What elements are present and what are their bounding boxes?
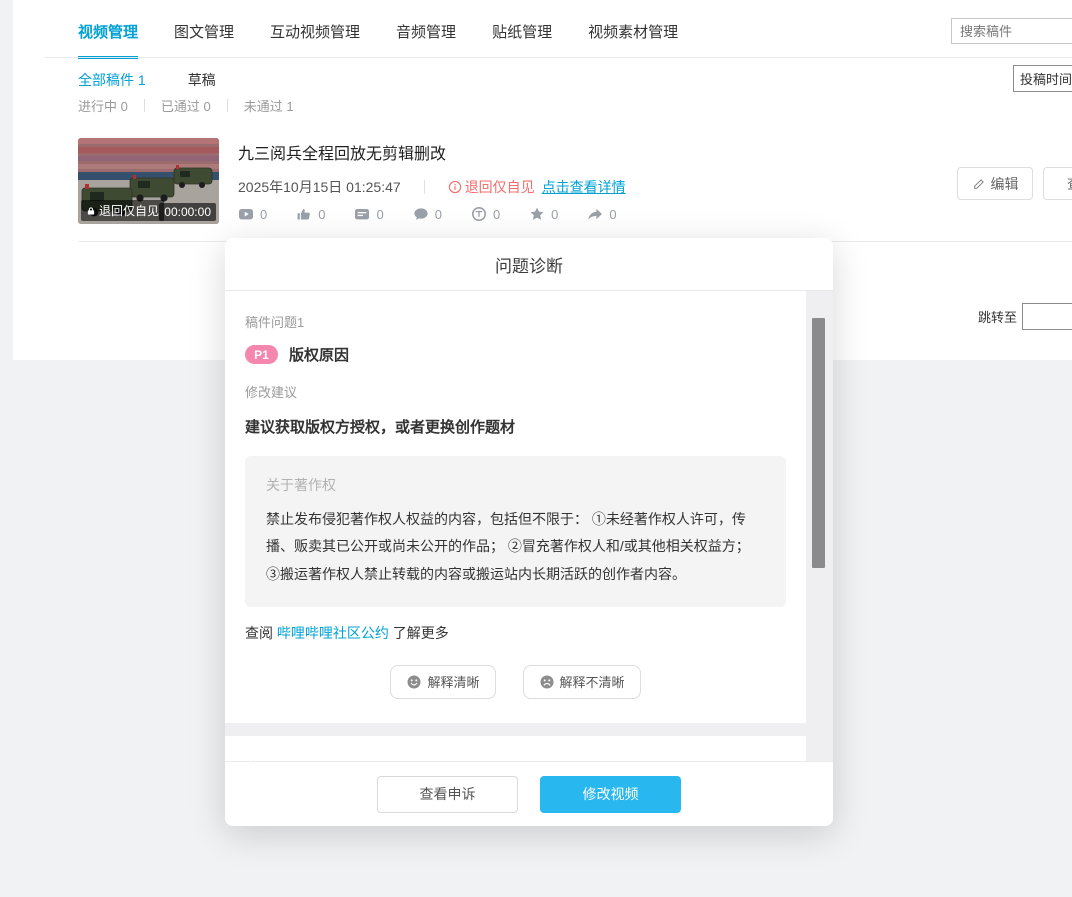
- meta-separator: [424, 180, 425, 194]
- problem-section-2: 稿件问题2 P2 版权原因 修改建议: [225, 736, 806, 761]
- sort-label: 投稿时间排序: [1020, 69, 1072, 88]
- star-icon: [529, 206, 545, 222]
- smile-face-icon: [406, 674, 422, 690]
- status-filter-row: 进行中 0 已通过 0 未通过 1: [78, 96, 294, 115]
- problem-diagnosis-modal: 问题诊断 稿件问题1 P1 版权原因 修改建议 建议获取版权方授权，或者更换创作…: [225, 238, 833, 826]
- jump-page-input[interactable]: [1022, 303, 1072, 330]
- tabs-divider: [45, 57, 1072, 58]
- stat-coins: 0: [471, 206, 500, 222]
- tab-article-manage[interactable]: 图文管理: [174, 14, 234, 59]
- view-appeal-button[interactable]: 查看申诉: [377, 776, 518, 813]
- suggestion-text: 建议获取版权方授权，或者更换创作题材: [245, 416, 786, 437]
- video-duration: 00:00:00: [159, 203, 216, 221]
- pencil-icon: [972, 177, 986, 191]
- play-icon: [238, 206, 254, 222]
- problem-section-1: 稿件问题1 P1 版权原因 修改建议 建议获取版权方授权，或者更换创作题材 关于…: [225, 291, 806, 723]
- stat-views: 0: [238, 206, 267, 222]
- info-box-body: 禁止发布侵犯著作权人权益的内容，包括但不限于： ①未经著作权人许可，传播、贩卖其…: [266, 506, 765, 588]
- community-convention-link[interactable]: 哔哩哔哩社区公约: [277, 625, 389, 641]
- share-icon: [587, 206, 603, 222]
- thumbnail-status-badge: 退回仅自见: [81, 200, 164, 221]
- tab-video-manage[interactable]: 视频管理: [78, 14, 138, 59]
- status-separator: [227, 99, 228, 112]
- video-date: 2025年10月15日 01:25:47: [238, 177, 401, 197]
- filter-all-label: 全部稿件: [78, 72, 134, 88]
- video-title[interactable]: 九三阅兵全程回放无剪辑删改: [238, 140, 446, 164]
- lock-icon: [86, 206, 96, 216]
- suggestion-label: 修改建议: [245, 382, 786, 401]
- top-tabs: 视频管理 图文管理 互动视频管理 音频管理 贴纸管理 视频素材管理: [78, 14, 678, 59]
- stat-comments: 0: [413, 206, 442, 222]
- view-button[interactable]: 查看: [1043, 167, 1072, 200]
- explanation-unclear-button[interactable]: 解释不清晰: [523, 665, 641, 699]
- tab-video-material-manage[interactable]: 视频素材管理: [588, 14, 678, 59]
- problem-reason: 版权原因: [289, 344, 349, 365]
- video-meta-row: 2025年10月15日 01:25:47 退回仅自见 点击查看详情: [238, 177, 626, 197]
- priority-badge: P1: [245, 345, 278, 364]
- filter-all-submissions[interactable]: 全部稿件 1: [78, 70, 146, 90]
- filter-all-count: 1: [138, 72, 146, 88]
- jump-label: 跳转至: [978, 307, 1017, 326]
- stat-favorites: 0: [529, 206, 558, 222]
- pagination-jump: 跳转至: [978, 303, 1072, 330]
- status-rejected[interactable]: 未通过 1: [244, 96, 294, 115]
- view-details-link[interactable]: 点击查看详情: [542, 177, 626, 197]
- sad-face-icon: [539, 674, 555, 690]
- modal-scroll-area: 稿件问题1 P1 版权原因 修改建议 建议获取版权方授权，或者更换创作题材 关于…: [225, 291, 833, 761]
- info-circle-icon: [448, 180, 462, 194]
- modal-scrollbar-thumb[interactable]: [812, 318, 825, 568]
- edit-button[interactable]: 编辑: [957, 167, 1033, 200]
- tab-audio-manage[interactable]: 音频管理: [396, 14, 456, 59]
- video-stats-row: 0 0 0 0 0 0 0: [238, 206, 617, 222]
- modal-footer: 查看申诉 修改视频: [225, 761, 833, 826]
- modify-video-button[interactable]: 修改视频: [540, 776, 681, 813]
- search-input[interactable]: [951, 18, 1072, 44]
- explanation-clear-button[interactable]: 解释清晰: [390, 665, 495, 699]
- copyright-info-box: 关于著作权 禁止发布侵犯著作权人权益的内容，包括但不限于： ①未经著作权人许可，…: [245, 456, 786, 607]
- status-in-progress[interactable]: 进行中 0: [78, 96, 128, 115]
- stat-shares: 0: [587, 206, 616, 222]
- community-convention-row: 查阅 哔哩哔哩社区公约 了解更多: [245, 623, 786, 643]
- stat-likes: 0: [296, 206, 325, 222]
- status-approved[interactable]: 已通过 0: [161, 96, 211, 115]
- info-box-title: 关于著作权: [266, 475, 765, 495]
- problem-label: 稿件问题1: [245, 312, 786, 331]
- coin-icon: [471, 206, 487, 222]
- filter-drafts[interactable]: 草稿: [188, 70, 216, 90]
- status-separator: [144, 99, 145, 112]
- video-thumbnail[interactable]: 退回仅自见 00:00:00: [78, 138, 219, 224]
- tab-sticker-manage[interactable]: 贴纸管理: [492, 14, 552, 59]
- tab-interactive-video-manage[interactable]: 互动视频管理: [270, 14, 360, 59]
- feedback-row: 解释清晰 解释不清晰: [245, 665, 786, 699]
- danmaku-icon: [354, 206, 370, 222]
- sort-dropdown[interactable]: 投稿时间排序: [1013, 65, 1072, 92]
- thumbs-up-icon: [296, 206, 312, 222]
- modal-title: 问题诊断: [225, 238, 833, 291]
- comment-icon: [413, 206, 429, 222]
- filter-row: 全部稿件 1 草稿: [78, 70, 216, 90]
- rejection-notice: 退回仅自见: [448, 177, 535, 197]
- stat-danmaku: 0: [354, 206, 383, 222]
